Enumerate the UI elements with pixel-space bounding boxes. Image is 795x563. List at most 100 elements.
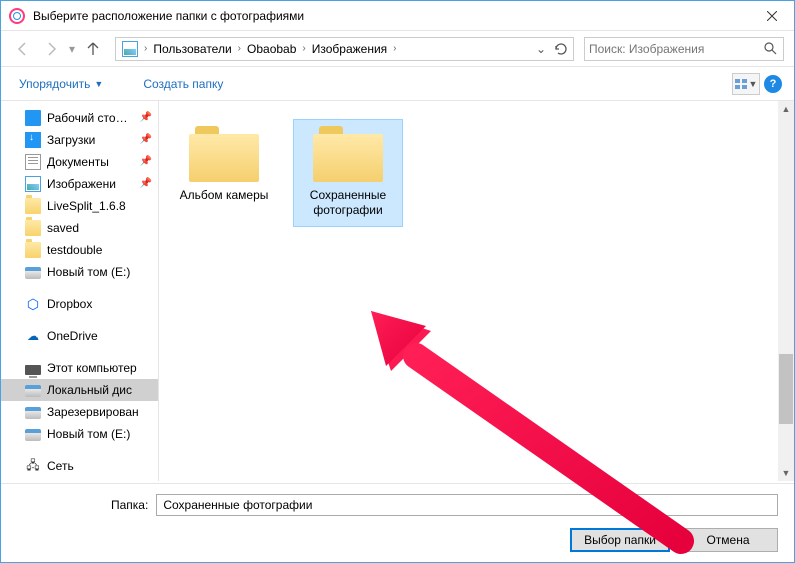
breadcrumb-root-chevron[interactable]: › (142, 43, 149, 54)
sidebar-item-label: saved (47, 221, 79, 235)
folder-name-row: Папка: (1, 494, 778, 516)
close-icon (767, 11, 777, 21)
pictures-icon (25, 176, 41, 192)
chevron-down-icon: ▼ (94, 79, 103, 89)
folder-icon (25, 220, 41, 236)
pin-icon: 📌 (140, 178, 152, 189)
folder-icon (189, 126, 259, 182)
sidebar-item-testdouble[interactable]: testdouble (1, 239, 158, 261)
search-input[interactable] (589, 42, 761, 56)
folder-label-line: фотографии (313, 203, 382, 217)
downloads-icon (25, 132, 41, 148)
sidebar-item-label: testdouble (47, 243, 102, 257)
sidebar-item-thispc[interactable]: Этот компьютер (1, 357, 158, 379)
sidebar-item-label: Новый том (E:) (47, 265, 130, 279)
sidebar-item-network[interactable]: 🖧 Сеть (1, 455, 158, 477)
documents-icon (25, 154, 41, 170)
address-dropdown[interactable]: ⌄ (531, 38, 551, 60)
network-icon: 🖧 (25, 458, 41, 474)
sidebar-item-downloads[interactable]: Загрузки 📌 (1, 129, 158, 151)
pc-icon (25, 365, 41, 375)
folder-icon (25, 198, 41, 214)
sidebar-item-label: Локальный дис (47, 383, 132, 397)
dropbox-icon: ⬡ (25, 296, 41, 312)
help-button[interactable]: ? (764, 75, 782, 93)
close-button[interactable] (749, 1, 794, 31)
sidebar-item-pictures[interactable]: Изображени 📌 (1, 173, 158, 195)
sidebar-item-label: Документы (47, 155, 109, 169)
folder-camera-album[interactable]: Альбом камеры (169, 119, 279, 212)
cancel-button[interactable]: Отмена (678, 528, 778, 552)
recent-locations-dropdown[interactable]: ▾ (67, 37, 77, 61)
sidebar-item-desktop[interactable]: Рабочий сто… 📌 (1, 107, 158, 129)
arrow-right-icon (43, 41, 59, 57)
sidebar-item-onedrive[interactable]: ☁ OneDrive (1, 325, 158, 347)
breadcrumb-chevron[interactable]: › (300, 43, 307, 54)
sidebar-item-saved[interactable]: saved (1, 217, 158, 239)
sidebar-item-livesplit[interactable]: LiveSplit_1.6.8 (1, 195, 158, 217)
sidebar-item-label: Рабочий сто… (47, 111, 128, 125)
new-folder-label: Создать папку (143, 77, 223, 91)
chevron-down-icon: ▼ (749, 79, 758, 89)
sidebar-item-label: Новый том (E:) (47, 427, 130, 441)
content-area[interactable]: Альбом камеры Сохраненные фотографии (159, 101, 794, 481)
drive-icon (25, 407, 41, 419)
folder-icon (25, 242, 41, 258)
address-bar[interactable]: › Пользователи › Obaobab › Изображения ›… (115, 37, 574, 61)
folder-field-label: Папка: (111, 498, 148, 512)
sidebar-item-label: Загрузки (47, 133, 95, 147)
sidebar-item-dropbox[interactable]: ⬡ Dropbox (1, 293, 158, 315)
view-options-button[interactable]: ▼ (732, 73, 760, 95)
drive-icon (25, 385, 41, 397)
main-area: Рабочий сто…📌 Загрузки📌 Документы📌 Изобр… (1, 101, 794, 481)
back-button[interactable] (11, 37, 35, 61)
breadcrumb-pictures[interactable]: Изображения (308, 42, 391, 56)
bottom-bar: Папка: Выбор папки Отмена (1, 483, 794, 562)
forward-button[interactable] (39, 37, 63, 61)
nav-bar: ▾ › Пользователи › Obaobab › Изображения… (1, 31, 794, 67)
folder-label: Сохраненные фотографии (310, 188, 386, 218)
breadcrumb-chevron[interactable]: › (236, 43, 243, 54)
folder-name-input[interactable] (156, 494, 778, 516)
refresh-icon (555, 43, 567, 55)
arrow-up-icon (85, 41, 101, 57)
select-folder-button[interactable]: Выбор папки (570, 528, 670, 552)
window-title: Выберите расположение папки с фотография… (33, 9, 749, 23)
folder-label: Альбом камеры (180, 188, 269, 203)
search-icon (761, 42, 779, 55)
folder-saved-photos[interactable]: Сохраненные фотографии (293, 119, 403, 227)
new-folder-button[interactable]: Создать папку (137, 73, 229, 95)
folder-icon (313, 126, 383, 182)
drive-icon (25, 267, 41, 279)
organize-label: Упорядочить (19, 77, 90, 91)
drive-icon (25, 429, 41, 441)
breadcrumb-user[interactable]: Obaobab (243, 42, 300, 56)
organize-menu[interactable]: Упорядочить ▼ (13, 73, 109, 95)
breadcrumb-chevron[interactable]: › (391, 43, 398, 54)
search-box[interactable] (584, 37, 784, 61)
pin-icon: 📌 (140, 134, 152, 145)
view-icon (735, 79, 747, 89)
breadcrumb-users[interactable]: Пользователи (149, 42, 235, 56)
sidebar-item-newvol1[interactable]: Новый том (E:) (1, 261, 158, 283)
pin-icon: 📌 (140, 112, 152, 123)
up-button[interactable] (81, 37, 105, 61)
onedrive-icon: ☁ (25, 328, 41, 344)
sidebar-item-label: OneDrive (47, 329, 98, 343)
title-bar: Выберите расположение папки с фотография… (1, 1, 794, 31)
sidebar-item-label: Этот компьютер (47, 361, 137, 375)
sidebar-item-localdisk[interactable]: Локальный дис (1, 379, 158, 401)
toolbar: Упорядочить ▼ Создать папку ▼ ? (1, 67, 794, 101)
sidebar: Рабочий сто…📌 Загрузки📌 Документы📌 Изобр… (1, 101, 159, 481)
sidebar-item-label: Сеть (47, 459, 74, 473)
sidebar-item-newvol2[interactable]: Новый том (E:) (1, 423, 158, 445)
sidebar-item-reserved[interactable]: Зарезервирован (1, 401, 158, 423)
sidebar-item-label: Изображени (47, 177, 116, 191)
sidebar-item-label: Dropbox (47, 297, 92, 311)
sidebar-item-documents[interactable]: Документы📌 (1, 151, 158, 173)
desktop-icon (25, 110, 41, 126)
arrow-left-icon (15, 41, 31, 57)
refresh-button[interactable] (551, 38, 571, 60)
folder-label-line: Сохраненные (310, 188, 386, 202)
location-icon (122, 41, 138, 57)
